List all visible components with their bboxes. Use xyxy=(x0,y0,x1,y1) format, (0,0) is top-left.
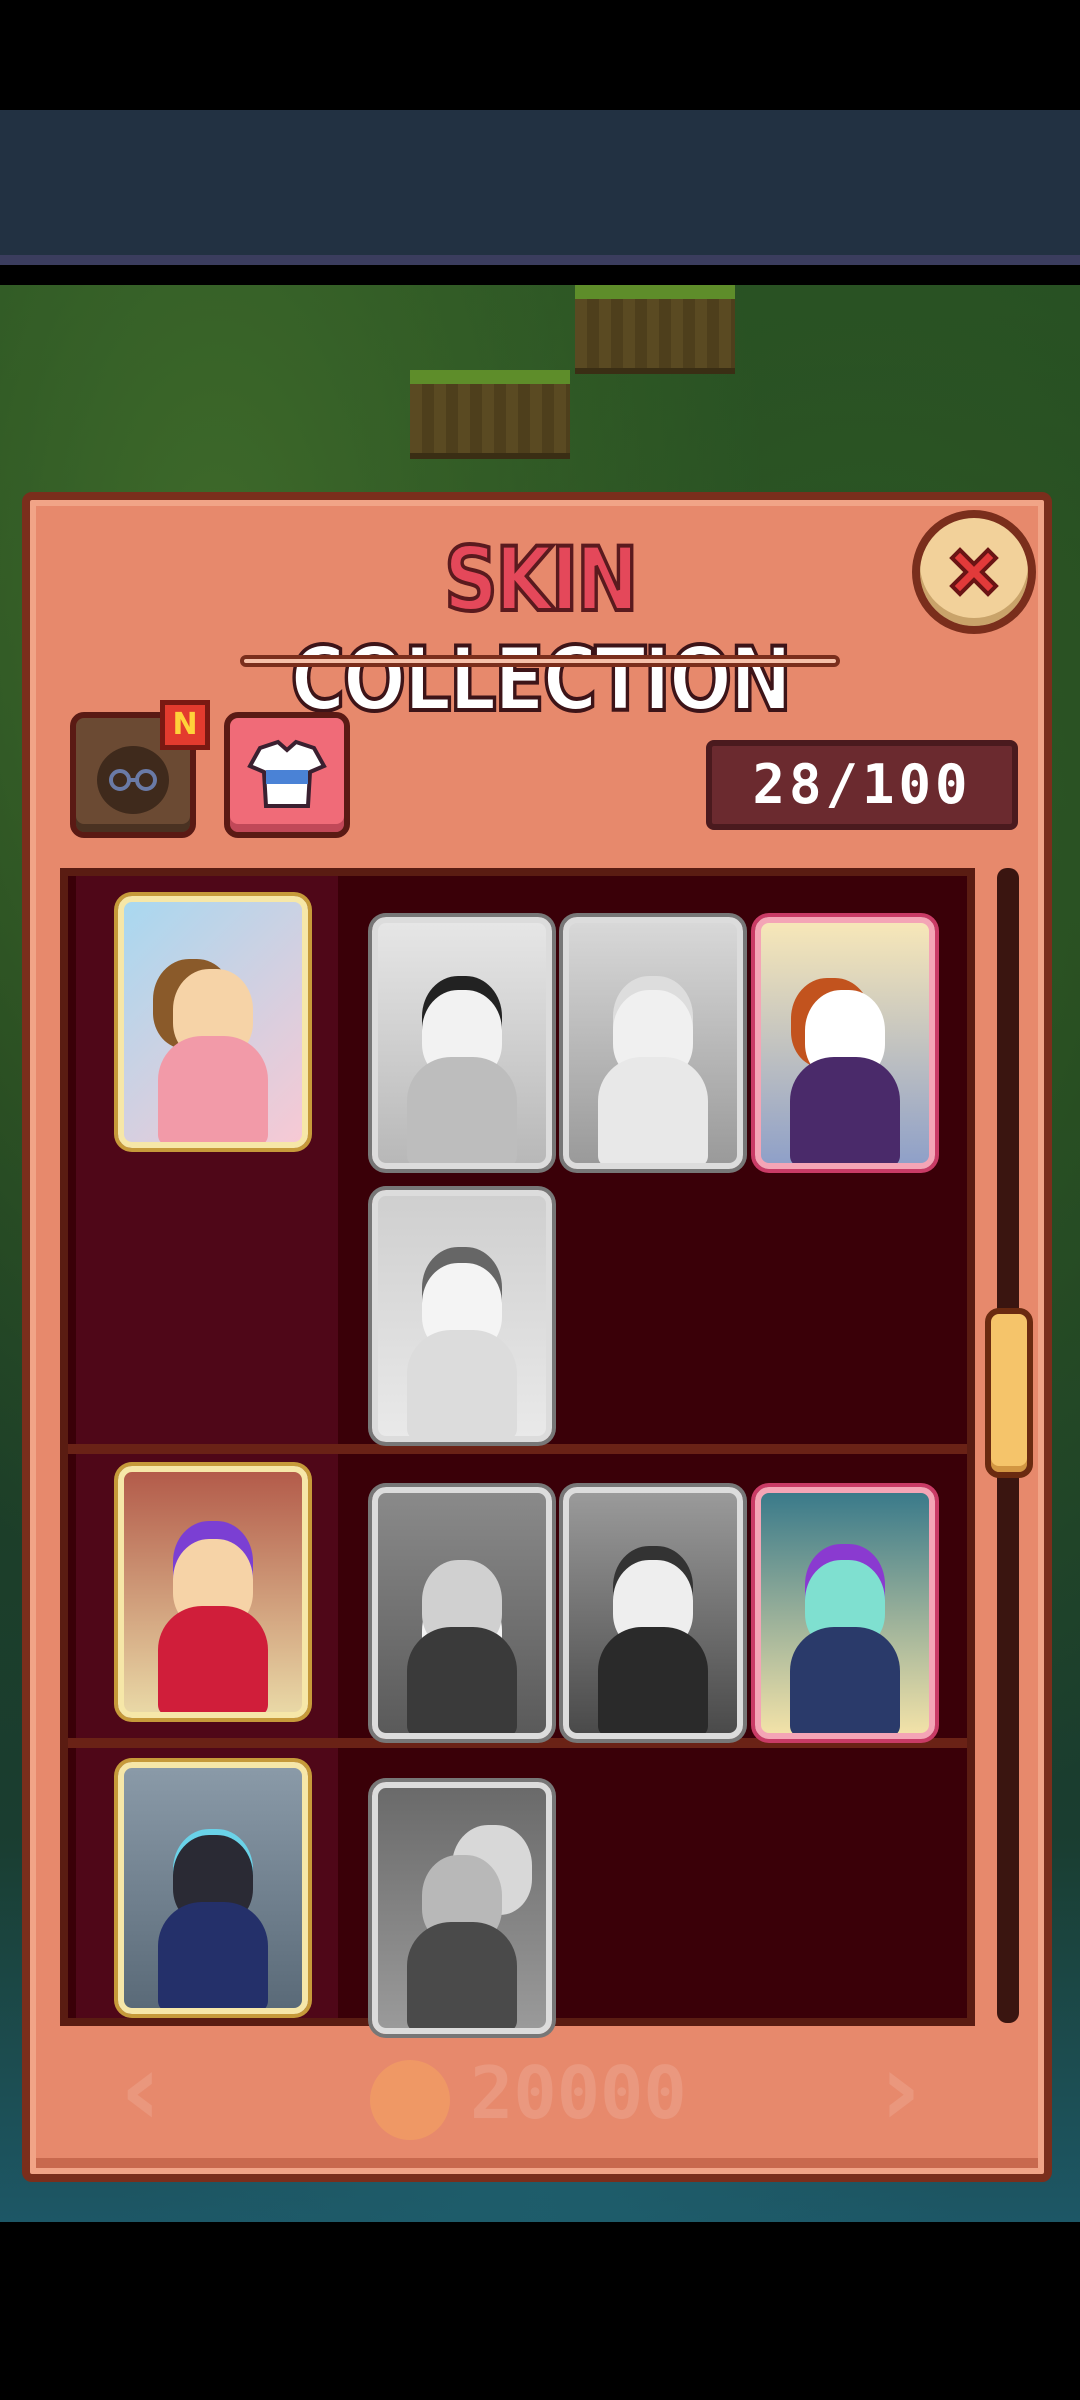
row-divider xyxy=(68,1444,967,1454)
portrait-body xyxy=(407,1330,517,1436)
portrait-dress xyxy=(158,1036,268,1142)
status-bar xyxy=(0,0,1080,110)
portrait-body xyxy=(407,1057,517,1163)
title-part-collection: COLLECTION xyxy=(289,628,794,732)
skin-card-purple-hair-dancer[interactable] xyxy=(118,1466,308,1718)
page-title: SKIN COLLECTION xyxy=(289,528,794,732)
portrait-body xyxy=(598,1627,708,1733)
prev-arrow-ghost-icon: ‹ xyxy=(120,2031,162,2148)
top-banner xyxy=(0,110,1080,265)
navigation-bar-area xyxy=(0,2222,1080,2400)
new-badge: N xyxy=(160,700,210,750)
title-divider xyxy=(240,655,840,667)
skin-card-dark-hair-girl[interactable] xyxy=(372,917,552,1169)
skin-card-long-hair-girl[interactable] xyxy=(563,1487,743,1739)
portrait-dress xyxy=(158,1606,268,1712)
portrait-body xyxy=(790,1057,900,1163)
dirt-block xyxy=(575,285,735,374)
title-part-skin: SKIN xyxy=(442,528,640,632)
dirt-block xyxy=(410,370,570,459)
portrait-body xyxy=(407,1627,517,1733)
close-icon xyxy=(949,547,999,597)
skin-card-robot-girl[interactable] xyxy=(755,917,935,1169)
skin-card-fluffy-hair-girl[interactable] xyxy=(563,917,743,1169)
next-arrow-ghost-icon: › xyxy=(880,2031,922,2148)
portrait-body xyxy=(790,1627,900,1733)
portrait-body xyxy=(598,1057,708,1163)
skin-card-cyber-girl[interactable] xyxy=(755,1487,935,1739)
price-ghost: 20000 xyxy=(470,2051,687,2135)
row-divider xyxy=(68,1738,967,1748)
skin-card-bearded-master[interactable] xyxy=(372,1487,552,1739)
collection-counter: 28/100 xyxy=(706,740,1018,830)
portrait-body xyxy=(407,1922,517,2028)
portrait-body xyxy=(158,1902,268,2008)
outfit-tab[interactable] xyxy=(224,712,350,838)
skin-card-swat-soldier[interactable] xyxy=(118,1762,308,2014)
shirt-icon xyxy=(247,739,327,808)
skin-card-tank-soldier[interactable] xyxy=(372,1782,552,2034)
scrollbar-thumb[interactable] xyxy=(985,1308,1033,1478)
skin-card-swirl-hair-girl[interactable] xyxy=(372,1190,552,1442)
close-button[interactable] xyxy=(912,510,1036,634)
skin-card-ballerina[interactable] xyxy=(118,896,308,1148)
